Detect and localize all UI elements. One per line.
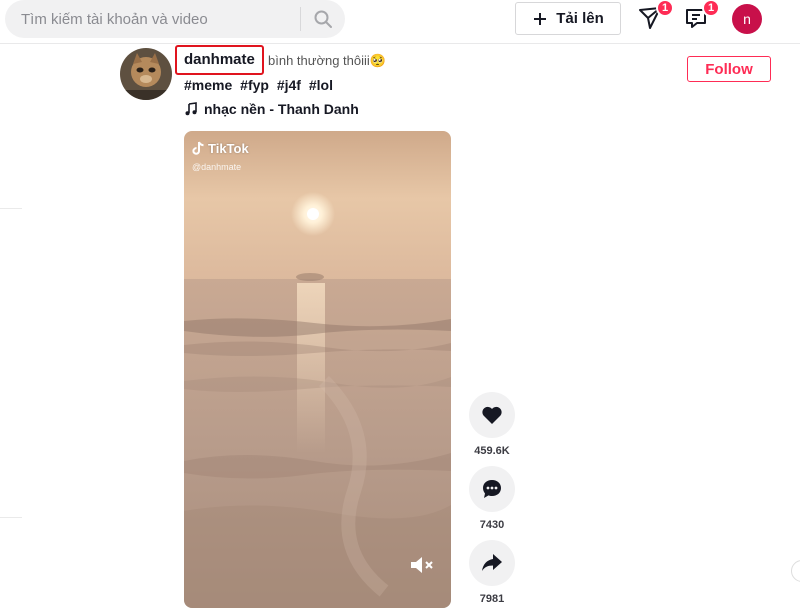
like-count: 459.6K <box>474 445 510 457</box>
watermark-handle: @danhmate <box>192 162 242 172</box>
like-button[interactable] <box>469 392 515 438</box>
inbox-button[interactable]: 1 <box>636 0 674 34</box>
profile-initial: n <box>743 11 751 27</box>
search-button[interactable] <box>308 5 338 33</box>
hashtag-link[interactable]: #fyp <box>240 77 269 93</box>
hashtag-list: #meme #fyp #j4f #lol <box>184 77 337 93</box>
search-bar <box>5 0 345 38</box>
creator-avatar[interactable] <box>120 48 172 100</box>
share-arrow-icon <box>482 554 502 571</box>
sidebar-divider <box>0 208 22 209</box>
follow-button[interactable]: Follow <box>687 56 771 82</box>
profile-avatar[interactable]: n <box>732 4 762 34</box>
hashtag-link[interactable]: #j4f <box>277 77 301 93</box>
comment-icon <box>483 480 501 498</box>
music-link[interactable]: nhạc nền - Thanh Danh <box>184 101 359 117</box>
sidebar-divider <box>0 517 22 518</box>
watermark-brand: TikTok <box>208 141 249 156</box>
inbox-badge: 1 <box>656 0 674 17</box>
hashtag-link[interactable]: #meme <box>184 77 232 93</box>
search-divider <box>300 7 301 31</box>
search-icon <box>314 10 332 28</box>
share-count: 7981 <box>479 593 505 605</box>
search-input[interactable] <box>21 8 281 30</box>
post-caption: bình thường thôiii🥺 <box>268 53 386 68</box>
upload-label: Tải lên <box>556 10 604 27</box>
creator-username[interactable]: danhmate <box>175 45 264 75</box>
scroll-down-button[interactable] <box>791 560 800 582</box>
volume-muted-icon <box>411 557 433 573</box>
top-navbar: Tải lên 1 1 n <box>0 0 800 44</box>
video-frame <box>184 131 451 608</box>
upload-button[interactable]: Tải lên <box>515 2 621 35</box>
comment-count: 7430 <box>479 519 505 531</box>
creator-avatar-image <box>120 48 172 100</box>
plus-icon <box>534 12 547 25</box>
heart-icon <box>482 406 502 424</box>
music-note-icon <box>185 102 197 116</box>
tiktok-logo-icon <box>192 141 204 155</box>
music-title: nhạc nền - Thanh Danh <box>204 101 359 117</box>
video-player[interactable]: TikTok @danhmate <box>184 131 451 608</box>
messages-badge: 1 <box>702 0 720 17</box>
tiktok-watermark: TikTok <box>192 141 249 156</box>
comment-button[interactable] <box>469 466 515 512</box>
hashtag-link[interactable]: #lol <box>309 77 333 93</box>
share-button[interactable] <box>469 540 515 586</box>
messages-button[interactable]: 1 <box>682 0 720 34</box>
mute-button[interactable] <box>408 553 436 577</box>
